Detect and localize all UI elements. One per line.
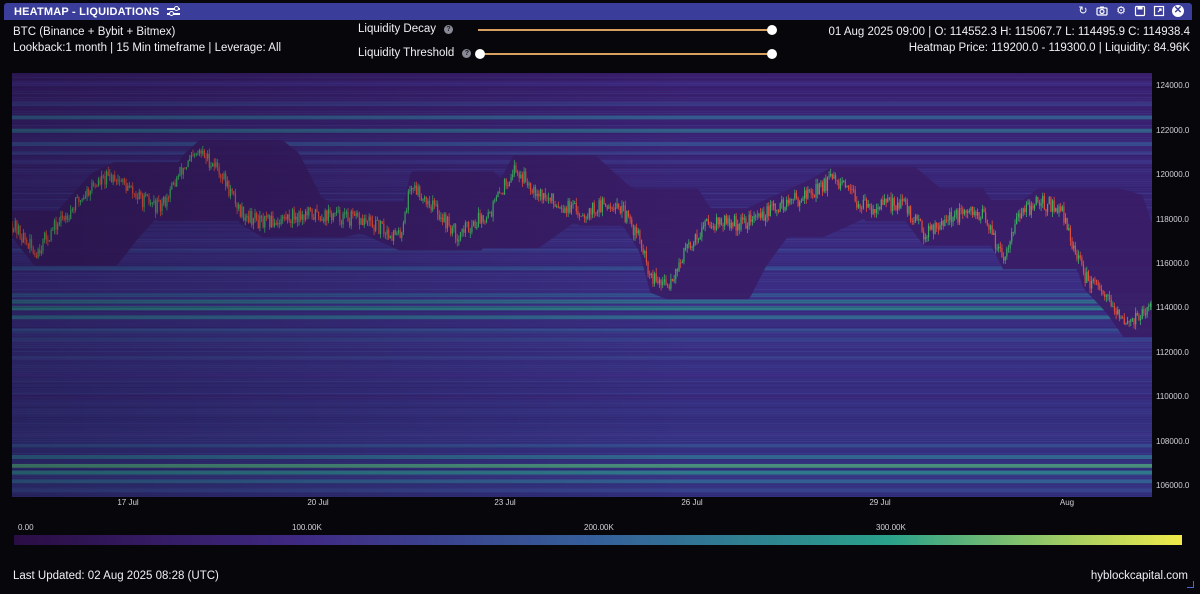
exchange-label: BTC (Binance + Bybit + Bitmex) [13,26,176,38]
brand-link[interactable]: hyblockcapital.com [1091,570,1188,582]
filter-icon[interactable] [166,6,180,17]
date-tick-label: 23 Jul [494,498,516,507]
liquidity-threshold-track[interactable] [480,53,772,55]
liquidity-decay-row: Liquidity Decay ? [358,23,453,35]
price-axis: 124000.0 122000.0 120000.0 118000.0 116000.0… [1152,73,1200,497]
resize-handle[interactable] [1187,581,1194,588]
date-tick-label: Aug [1059,498,1075,507]
refresh-icon[interactable]: ↻ [1077,5,1089,17]
help-icon[interactable]: ? [443,24,453,34]
toolbar-icons: ↻ ⚙ ✕ [1077,5,1184,17]
window-title: HEATMAP - LIQUIDATIONS [14,5,160,18]
last-updated: Last Updated: 02 Aug 2025 08:28 (UTC) [13,570,219,582]
liquidity-decay-track[interactable] [478,29,772,31]
price-tick-label: 112000.0 [1156,347,1189,357]
liquidity-colorbar [14,535,1182,545]
camera-icon[interactable] [1096,5,1108,17]
colorbar-tick-label: 300.00K [876,523,906,532]
date-tick-label: 20 Jul [307,498,329,507]
colorbar-tick-label: 100.00K [292,523,322,532]
close-icon[interactable]: ✕ [1172,5,1184,17]
liquidity-threshold-label: Liquidity Threshold [358,47,455,59]
price-tick-label: 120000.0 [1156,170,1190,180]
price-tick-label: 106000.0 [1156,480,1190,490]
liquidity-threshold-high-thumb[interactable] [767,49,777,59]
ohlc-readout: 01 Aug 2025 09:00 | O: 114552.3 H: 11506… [828,26,1191,38]
window-titlebar: HEATMAP - LIQUIDATIONS ↻ ⚙ ✕ [4,3,1192,20]
info-right: 01 Aug 2025 09:00 | O: 114552.3 H: 11506… [829,24,1191,56]
heatmap-fade [12,73,1152,497]
liquidation-heatmap[interactable] [12,73,1152,497]
liquidity-decay-label: Liquidity Decay [358,23,436,35]
expand-icon[interactable] [1153,5,1165,17]
liquidity-threshold-low-thumb[interactable] [475,49,485,59]
price-tick-label: 116000.0 [1156,258,1189,268]
info-left: BTC (Binance + Bybit + Bitmex) Lookback:… [13,24,281,56]
liquidity-decay-thumb[interactable] [767,25,777,35]
liquidity-threshold-row: Liquidity Threshold ? [358,47,472,59]
price-tick-label: 110000.0 [1156,392,1189,402]
price-tick-label: 108000.0 [1156,436,1190,446]
price-tick-label: 118000.0 [1156,214,1189,224]
heatmap-price-readout: Heatmap Price: 119200.0 - 119300.0 | Liq… [908,42,1190,54]
colorbar-tick-label: 0.00 [18,523,34,532]
price-tick-label: 114000.0 [1156,303,1189,313]
save-icon[interactable] [1134,5,1146,17]
help-icon[interactable]: ? [462,48,472,58]
settings-label: Lookback:1 month | 15 Min timeframe | Le… [13,42,282,54]
price-tick-label: 124000.0 [1156,81,1190,91]
date-tick-label: 26 Jul [681,498,703,507]
colorbar-tick-label: 200.00K [584,523,614,532]
date-tick-label: 29 Jul [869,498,891,507]
date-tick-label: 17 Jul [117,498,139,507]
gear-icon[interactable]: ⚙ [1115,5,1127,17]
price-tick-label: 122000.0 [1156,125,1190,135]
